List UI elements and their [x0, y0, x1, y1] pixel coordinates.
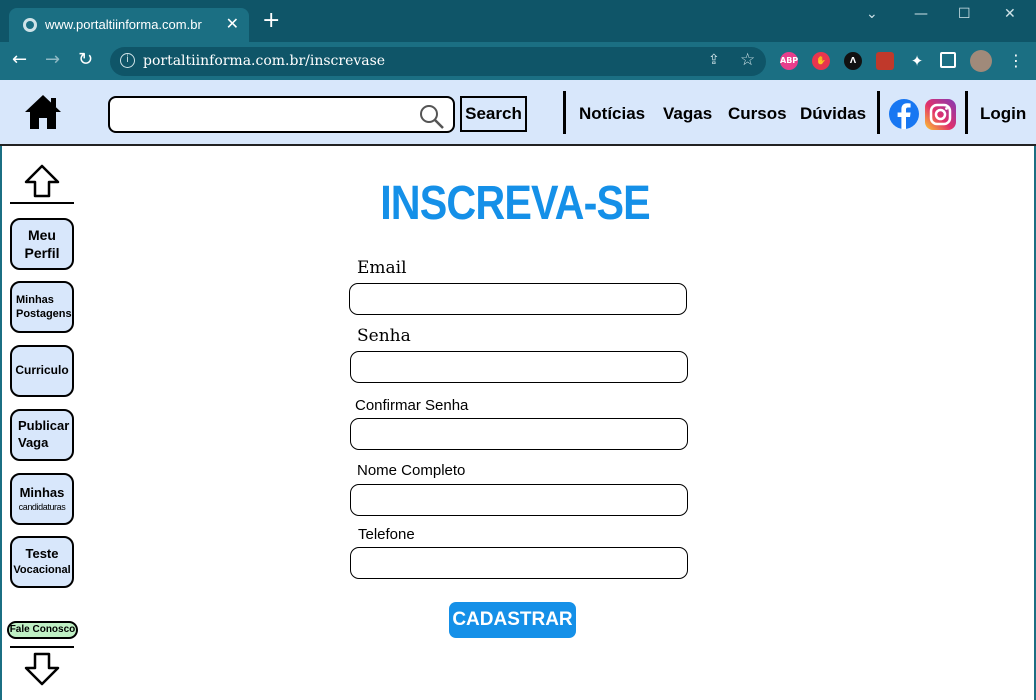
extension-a-icon[interactable]: Λ	[844, 52, 862, 70]
back-arrow-icon[interactable]: ←	[12, 48, 27, 72]
sidepanel-icon[interactable]	[940, 52, 956, 68]
email-label: Email	[357, 258, 407, 278]
sidebar-item-meu-perfil[interactable]: Meu Perfil	[10, 218, 74, 270]
bookmark-star-icon[interactable]: ☆	[740, 50, 755, 70]
sidebar-item-minhas-candidaturas[interactable]: Minhas candidaturas	[10, 473, 74, 525]
share-icon[interactable]: ⇪	[708, 52, 720, 68]
profile-avatar[interactable]	[970, 50, 992, 72]
browser-toolbar: ← → ↻ i portaltiinforma.com.br/inscrevas…	[0, 42, 1036, 80]
sidebar-item-label: Curriculo	[15, 363, 69, 378]
header-divider	[877, 91, 880, 134]
instagram-icon[interactable]	[924, 98, 957, 131]
sidebar-item-label: Minhas	[16, 293, 54, 306]
sidebar-item-curriculo[interactable]: Curriculo	[10, 345, 74, 397]
email-field[interactable]	[349, 283, 687, 315]
sidebar-divider	[10, 202, 74, 204]
maximize-button[interactable]: ☐	[958, 6, 971, 22]
nav-vagas[interactable]: Vagas	[663, 104, 712, 124]
full-name-field[interactable]	[350, 484, 688, 516]
globe-icon	[23, 18, 37, 32]
sidebar-item-label: Perfil	[24, 245, 60, 261]
full-name-label: Nome Completo	[357, 462, 466, 479]
address-bar[interactable]: i portaltiinforma.com.br/inscrevase ⇪ ☆	[110, 47, 766, 76]
register-button[interactable]: CADASTRAR	[449, 602, 576, 638]
new-tab-button[interactable]: +	[262, 10, 280, 32]
search-button[interactable]: Search	[460, 96, 527, 132]
sidebar-item-label: Vocacional	[13, 564, 71, 577]
stop-hand-icon[interactable]: ✋	[812, 52, 830, 70]
password-field[interactable]	[350, 351, 688, 383]
sidebar-item-label: candidaturas	[18, 501, 66, 512]
sidebar: Meu Perfil Minhas Postagens Curriculo Publ…	[0, 146, 92, 700]
sidebar-item-label: Minhas	[19, 484, 65, 500]
fox-extension-icon[interactable]	[876, 52, 894, 70]
nav-duvidas[interactable]: Dúvidas	[800, 104, 866, 124]
browser-tab[interactable]: www.portaltiinforma.com.br ✕	[9, 8, 249, 42]
home-icon[interactable]	[24, 94, 62, 130]
sidebar-item-label: Postagens	[16, 308, 72, 320]
sidebar-item-minhas-postagens[interactable]: Minhas Postagens	[10, 281, 74, 333]
sidebar-item-label: Meu	[27, 226, 56, 243]
sidebar-item-label: Vaga	[18, 435, 49, 450]
adblock-icon[interactable]: ABP	[780, 52, 798, 70]
minimize-button[interactable]: —	[914, 6, 928, 22]
login-link[interactable]: Login	[980, 104, 1026, 124]
close-window-button[interactable]: ✕	[1004, 6, 1016, 22]
nav-cursos[interactable]: Cursos	[728, 104, 787, 124]
search-input[interactable]	[108, 96, 455, 133]
phone-field[interactable]	[350, 547, 688, 579]
forward-arrow-icon[interactable]: →	[45, 48, 60, 72]
search-icon[interactable]	[419, 104, 445, 130]
menu-kebab-icon[interactable]: ⋮	[1008, 49, 1024, 73]
confirm-password-field[interactable]	[350, 418, 688, 450]
arrow-down-icon[interactable]	[24, 652, 60, 686]
close-tab-icon[interactable]: ✕	[226, 14, 239, 33]
confirm-password-label: Confirmar Senha	[355, 397, 469, 414]
password-label: Senha	[357, 326, 411, 346]
sidebar-item-label: Publicar	[18, 418, 70, 434]
sidebar-item-teste-vocacional[interactable]: Teste Vocacional	[10, 536, 74, 588]
page-title: INSCREVA-SE	[380, 177, 650, 230]
arrow-up-icon[interactable]	[24, 164, 60, 198]
contact-button[interactable]: Fale Conosco	[7, 621, 78, 639]
address-url[interactable]: portaltiinforma.com.br/inscrevase	[143, 53, 385, 69]
sidebar-divider	[10, 646, 74, 648]
header-divider	[563, 91, 566, 134]
tab-title: www.portaltiinforma.com.br	[45, 17, 202, 32]
facebook-icon[interactable]	[888, 98, 920, 130]
reload-icon[interactable]: ↻	[78, 48, 93, 72]
header-divider	[965, 91, 968, 134]
puzzle-icon[interactable]: ✦	[908, 52, 926, 70]
browser-tabstrip: www.portaltiinforma.com.br ✕ + ⌄ — ☐ ✕	[0, 0, 1036, 42]
info-icon[interactable]: i	[120, 53, 135, 68]
tab-search-icon[interactable]: ⌄	[866, 6, 878, 22]
sidebar-item-label: Teste	[25, 546, 59, 562]
sidebar-item-publicar-vaga[interactable]: Publicar Vaga	[10, 409, 74, 461]
site-header: Search Notícias Vagas Cursos Dúvidas Log…	[0, 80, 1036, 146]
nav-noticias[interactable]: Notícias	[579, 104, 645, 124]
phone-label: Telefone	[358, 526, 415, 543]
